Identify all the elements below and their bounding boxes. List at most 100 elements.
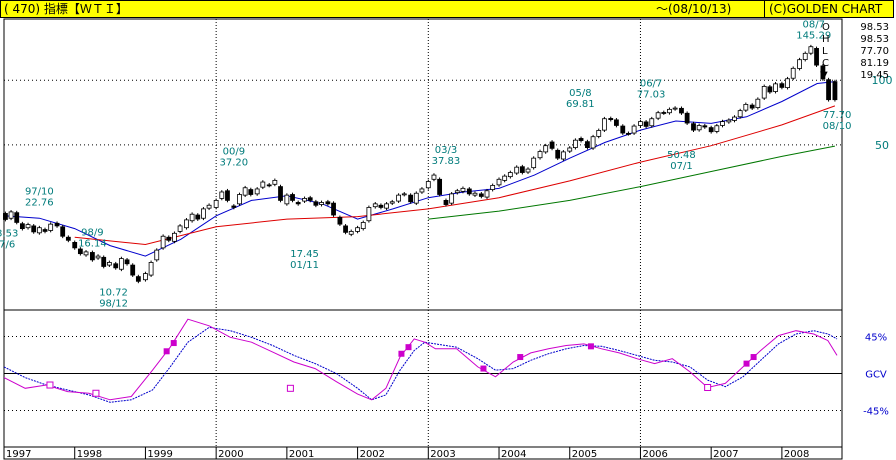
candle-body [761,86,767,99]
candle-body [206,204,212,209]
candle-body [790,67,796,79]
price-tick-label: 50 [875,139,889,152]
candle-body [643,121,649,127]
candle-body [572,139,578,148]
candle-body [135,276,141,282]
year-tick-label: 2001 [289,449,314,460]
buy-marker [750,354,757,361]
candle-body [531,157,537,169]
candle-body [325,201,331,205]
candle-body [672,107,678,110]
candle-body [189,213,195,222]
candle-body [355,227,360,232]
candle-body [65,236,71,241]
buy-marker [587,343,594,350]
candle-body [42,229,48,232]
candle-body [366,207,372,222]
annotation-date: 05/8 [569,88,591,99]
candle-body [460,187,466,192]
annotation-value: 22.76 [25,198,54,209]
candle-body [431,174,437,180]
candle-body [260,181,266,188]
candle-body [372,203,378,208]
moving-average-lines [3,81,836,257]
candle-body [284,194,290,205]
candle-body [808,46,814,54]
candle-body [83,251,89,256]
candle-body [437,178,443,195]
ohlc-high-value: 98.53 [860,34,889,45]
candle-body [201,208,206,219]
candle-body [360,222,366,230]
candle-body [89,252,95,261]
candle-body [237,194,242,205]
candle-body [8,211,14,219]
candle-body [143,273,148,281]
candle-body [691,123,696,131]
candle-body [319,202,324,205]
plot-border [3,18,843,460]
candle-body [549,141,555,149]
candle-body [514,166,520,174]
oscillator-panel: 45% GCV -45% [3,318,889,418]
candle-body [620,125,626,134]
candle-body [649,118,655,127]
buy-marker [405,344,412,351]
year-tick-label: 2006 [642,449,667,460]
candle-body [248,189,254,195]
candle-body [720,121,725,126]
candle-body [172,232,177,242]
candle-body [295,202,301,205]
axis-labels: 100501997 1998 1999 2000 2001 2002 2003 2004 200… [3,74,893,460]
sell-marker [92,389,100,397]
grid-lines [4,19,842,447]
year-tick-label: 1997 [6,449,31,460]
candle-body [130,264,136,276]
chart-window: ( 470) 指標【ＷＴＩ】 ～(08/10/13) (C)GOLDEN CHA… [0,0,896,460]
candle-body [313,201,319,206]
candle-body [177,225,183,232]
candle-body [749,104,755,109]
sell-marker [286,384,294,392]
buy-marker [743,360,750,367]
candle-body [466,188,472,195]
annotation-date: 06/7 [640,79,662,90]
candle-body [31,225,37,233]
candle-body [213,200,219,208]
annotation-value: 10.72 [99,287,128,298]
candle-body [396,194,402,202]
buy-marker [480,365,487,372]
candle-body [101,256,107,267]
candle-body [490,185,496,190]
annotation-date: 00/9 [223,147,245,158]
year-tick-label: 2003 [430,449,455,460]
year-tick-label: 2002 [360,449,385,460]
oscillator-level-label: GCV [865,370,887,381]
candle-body [601,118,607,131]
candle-body [472,192,478,196]
annotation-value: 77.70 [823,110,852,121]
sell-marker [46,381,54,389]
candle-body [502,175,508,181]
candle-body [331,202,336,216]
ohlc-open-label: O [822,22,830,33]
candle-body [378,204,384,208]
candle-body [667,108,672,114]
candle-body [826,79,831,101]
candle-body [401,193,407,196]
candle-body [348,231,354,235]
ohlc-close-label: C [822,58,829,69]
ohlc-low-value: 77.70 [860,46,889,57]
annotation-date: 07/1 [670,161,692,172]
candle-body [767,86,773,93]
candle-body [60,226,66,237]
candle-body [525,168,531,173]
annotation-date: 03/3 [435,145,457,156]
candle-body [25,224,31,229]
candle-body [272,179,278,185]
annotation-value: 50.48 [667,150,696,161]
candle-body [507,172,513,178]
candle-body [785,78,790,89]
annotation-date: 08/10 [823,121,852,132]
candle-body [443,200,449,205]
